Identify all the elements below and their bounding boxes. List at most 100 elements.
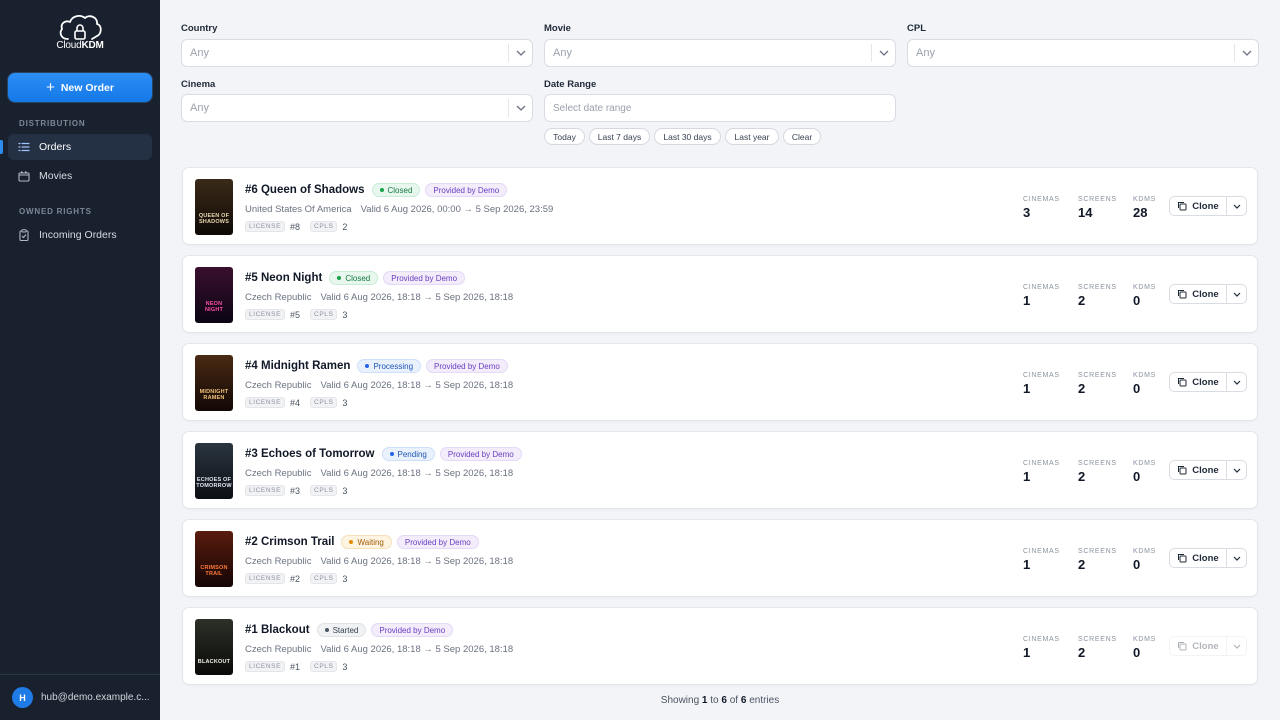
quick-today-button[interactable]: Today bbox=[544, 128, 585, 145]
sidebar-item-movies[interactable]: Movies bbox=[8, 163, 152, 189]
order-card[interactable]: CRIMSON TRAIL #2 Crimson Trail Waiting Prov… bbox=[182, 519, 1258, 597]
quick-last-year-button[interactable]: Last year bbox=[725, 128, 779, 145]
section-distribution: DISTRIBUTION bbox=[19, 119, 86, 128]
country-select[interactable]: Any bbox=[181, 39, 533, 67]
order-card[interactable]: ECHOES OF TOMORROW #3 Echoes of Tomorrow P… bbox=[182, 431, 1258, 509]
order-card[interactable]: MIDNIGHT RAMEN #4 Midnight Ramen Processin… bbox=[182, 343, 1258, 421]
clone-button[interactable]: Clone bbox=[1169, 196, 1227, 216]
order-tags: LICENSE #5 CPLS 3 bbox=[245, 309, 357, 320]
stat-value: 2 bbox=[1078, 293, 1086, 308]
license-tag: LICENSE bbox=[245, 221, 286, 232]
license-value: #3 bbox=[290, 485, 301, 496]
order-country: Czech Republic bbox=[245, 644, 312, 655]
active-indicator bbox=[0, 140, 3, 154]
footer-total: 6 bbox=[740, 695, 747, 706]
clone-button[interactable]: Clone bbox=[1169, 460, 1227, 480]
order-title[interactable]: #3 Echoes of Tomorrow bbox=[245, 448, 375, 460]
status-text: Closed bbox=[345, 273, 371, 283]
status-badge: Started bbox=[316, 623, 367, 637]
movie-select[interactable]: Any bbox=[544, 39, 896, 67]
order-card[interactable]: NEON NIGHT #5 Neon Night Closed Provided by… bbox=[182, 255, 1258, 333]
copy-icon bbox=[1178, 202, 1187, 211]
license-value: #2 bbox=[290, 573, 301, 584]
stat-label: CINEMAS bbox=[1023, 372, 1060, 379]
kdms-stat: KDMS 0 bbox=[1133, 460, 1156, 484]
status-dot-icon bbox=[389, 452, 394, 456]
movie-poster: MIDNIGHT RAMEN bbox=[195, 355, 233, 411]
copy-icon bbox=[1178, 378, 1187, 387]
sidebar-item-incoming-orders[interactable]: Incoming Orders bbox=[8, 222, 152, 248]
cinema-select[interactable]: Any bbox=[181, 94, 533, 122]
cinemas-stat: CINEMAS 1 bbox=[1023, 636, 1060, 660]
clone-options-button[interactable] bbox=[1227, 636, 1247, 656]
order-card[interactable]: QUEEN OF SHADOWS #6 Queen of Shadows Close… bbox=[182, 167, 1258, 245]
order-title[interactable]: #4 Midnight Ramen bbox=[245, 360, 350, 372]
chevron-down-icon bbox=[871, 44, 895, 62]
cpl-value: Any bbox=[916, 47, 935, 59]
new-order-button[interactable]: + New Order bbox=[8, 73, 152, 102]
provider-badge: Provided by Demo bbox=[425, 183, 508, 197]
clone-label: Clone bbox=[1192, 640, 1219, 652]
chevron-down-icon bbox=[1234, 44, 1258, 62]
stat-label: SCREENS bbox=[1078, 460, 1117, 467]
logo[interactable]: CloudKDM bbox=[0, 12, 160, 56]
license-tag: LICENSE bbox=[245, 485, 286, 496]
stat-label: SCREENS bbox=[1078, 636, 1117, 643]
quick-last-30-days-button[interactable]: Last 30 days bbox=[654, 128, 721, 145]
sidebar-item-orders[interactable]: Orders bbox=[8, 134, 152, 160]
license-tag: LICENSE bbox=[245, 397, 286, 408]
status-dot-icon bbox=[349, 540, 354, 544]
kdms-stat: KDMS 28 bbox=[1133, 196, 1156, 220]
order-title[interactable]: #1 Blackout bbox=[245, 624, 310, 636]
provider-badge: Provided by Demo bbox=[383, 271, 466, 285]
cpl-select[interactable]: Any bbox=[907, 39, 1259, 67]
order-meta: Czech Republic Valid 6 Aug 2026, 18:18 → … bbox=[245, 556, 513, 567]
order-validity: Valid 6 Aug 2026, 18:18 → 5 Sep 2026, 18… bbox=[320, 468, 514, 479]
stat-value: 1 bbox=[1023, 293, 1031, 308]
stat-label: SCREENS bbox=[1078, 196, 1117, 203]
order-title-row: #5 Neon Night Closed Provided by Demo bbox=[245, 271, 466, 285]
stat-label: KDMS bbox=[1133, 548, 1157, 555]
order-tags: LICENSE #2 CPLS 3 bbox=[245, 573, 357, 584]
order-title[interactable]: #2 Crimson Trail bbox=[245, 536, 334, 548]
clone-button[interactable]: Clone bbox=[1169, 372, 1227, 392]
order-title-row: #4 Midnight Ramen Processing Provided by D… bbox=[245, 359, 508, 373]
stat-label: CINEMAS bbox=[1023, 284, 1060, 291]
status-badge: Processing bbox=[357, 359, 422, 373]
chevron-down-icon bbox=[508, 99, 532, 117]
quick-clear-button[interactable]: Clear bbox=[783, 128, 821, 145]
clone-options-button[interactable] bbox=[1227, 460, 1247, 480]
stat-label: KDMS bbox=[1133, 284, 1157, 291]
order-tags: LICENSE #8 CPLS 2 bbox=[245, 221, 357, 232]
clone-options-button[interactable] bbox=[1227, 284, 1247, 304]
clone-options-button[interactable] bbox=[1227, 372, 1247, 392]
country-label: Country bbox=[181, 23, 218, 34]
date-range-input[interactable]: Select date range bbox=[544, 94, 896, 122]
chevron-down-icon bbox=[1233, 556, 1240, 561]
user-menu[interactable]: H hub@demo.example.c... bbox=[0, 674, 160, 720]
copy-icon bbox=[1178, 642, 1187, 651]
logo-prefix: Cloud bbox=[56, 40, 82, 51]
clone-button[interactable]: Clone bbox=[1169, 548, 1227, 568]
status-dot-icon bbox=[379, 188, 384, 192]
order-title-row: #2 Crimson Trail Waiting Provided by Demo bbox=[245, 535, 479, 549]
provider-badge: Provided by Demo bbox=[396, 535, 479, 549]
quick-last-7-days-button[interactable]: Last 7 days bbox=[589, 128, 650, 145]
clone-options-button[interactable] bbox=[1227, 196, 1247, 216]
cinema-label: Cinema bbox=[181, 79, 216, 90]
order-title[interactable]: #5 Neon Night bbox=[245, 272, 322, 284]
poster-title: QUEEN OF SHADOWS bbox=[198, 213, 230, 226]
clone-button[interactable]: Clone bbox=[1169, 636, 1227, 656]
order-card[interactable]: BLACKOUT #1 Blackout Started Provided by De… bbox=[182, 607, 1258, 685]
copy-icon bbox=[1178, 290, 1187, 299]
poster-title: CRIMSON TRAIL bbox=[200, 565, 228, 578]
clone-button[interactable]: Clone bbox=[1169, 284, 1227, 304]
chevron-down-icon bbox=[1233, 292, 1240, 297]
clone-options-button[interactable] bbox=[1227, 548, 1247, 568]
order-title[interactable]: #6 Queen of Shadows bbox=[245, 184, 365, 196]
order-validity: Valid 6 Aug 2026, 18:18 → 5 Sep 2026, 18… bbox=[320, 644, 514, 655]
screens-stat: SCREENS 2 bbox=[1078, 460, 1117, 484]
stat-value: 28 bbox=[1133, 205, 1148, 220]
cpl-label: CPL bbox=[907, 23, 926, 34]
stat-label: SCREENS bbox=[1078, 372, 1117, 379]
